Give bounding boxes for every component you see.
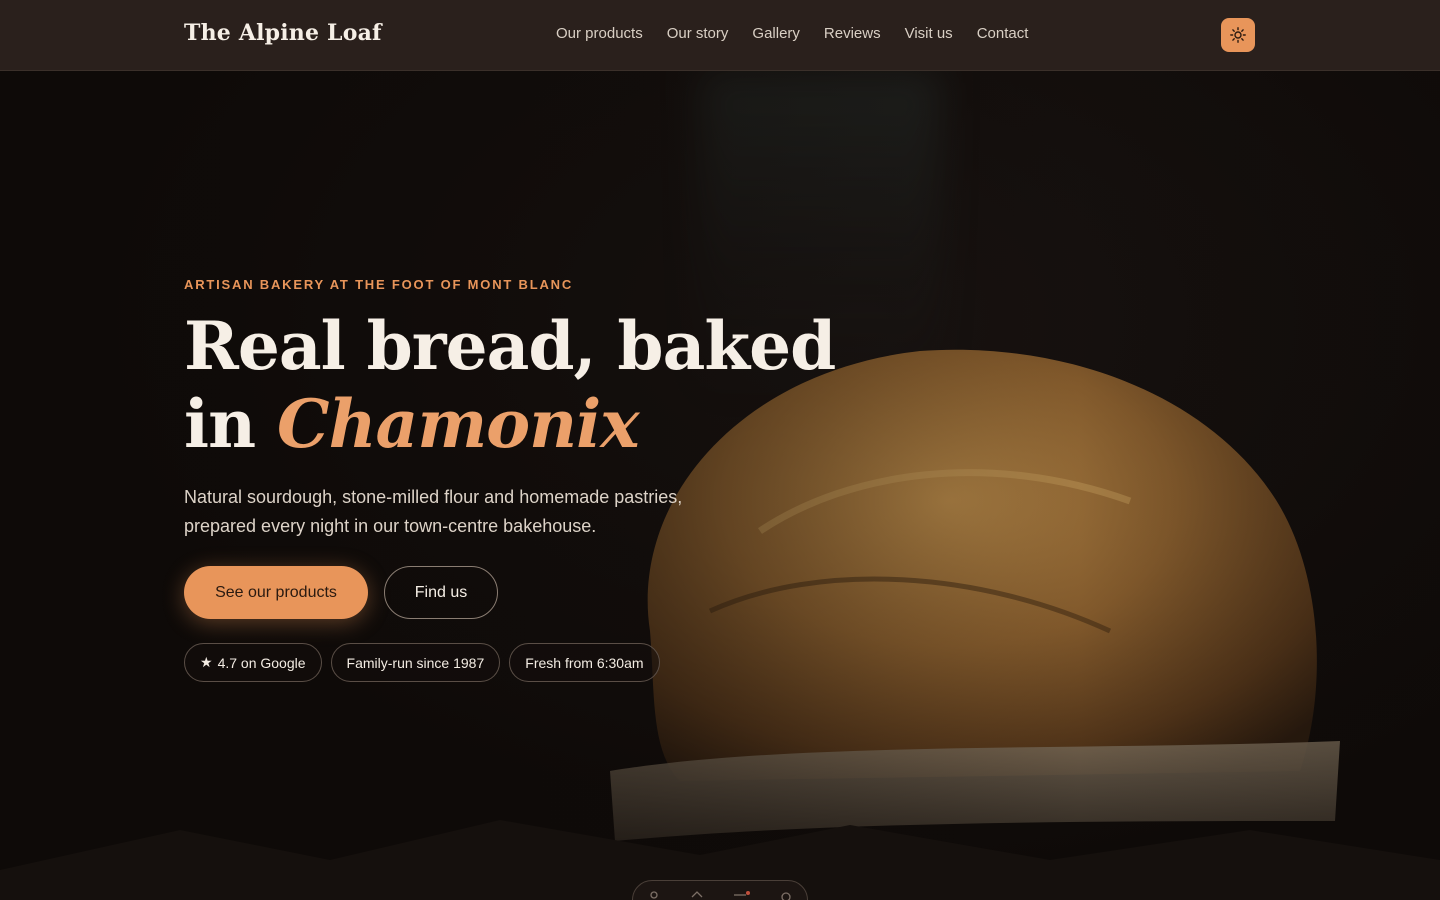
see-products-button[interactable]: See our products bbox=[184, 566, 368, 619]
headline-accent: Chamonix bbox=[277, 385, 640, 463]
theme-toggle-button[interactable] bbox=[1221, 18, 1255, 52]
sun-icon bbox=[1230, 27, 1246, 43]
hero-lede: Natural sourdough, stone-milled flour an… bbox=[184, 487, 683, 536]
headline-line1: Real bread, baked bbox=[184, 307, 836, 385]
headline-in: in bbox=[184, 385, 278, 463]
main-nav: Our products Our story Gallery Reviews V… bbox=[556, 25, 1028, 42]
floating-toolbar[interactable] bbox=[632, 880, 808, 900]
nav-gallery[interactable]: Gallery bbox=[752, 25, 800, 42]
opening-time-badge-label: Fresh from 6:30am bbox=[525, 654, 644, 671]
nav-our-story[interactable]: Our story bbox=[667, 25, 729, 42]
tool-icon[interactable] bbox=[689, 889, 705, 900]
nav-contact[interactable]: Contact bbox=[977, 25, 1029, 42]
rating-badge: ★ 4.7 on Google bbox=[184, 643, 322, 682]
hero-eyebrow: ARTISAN BAKERY AT THE FOOT OF MONT BLANC bbox=[184, 277, 574, 292]
hero-section: ARTISAN BAKERY AT THE FOOT OF MONT BLANC… bbox=[0, 71, 1440, 900]
menu-icon[interactable] bbox=[731, 889, 751, 900]
site-header: The Alpine Loaf Our products Our story G… bbox=[0, 0, 1440, 71]
opening-time-badge: Fresh from 6:30am bbox=[509, 643, 660, 682]
settings-icon[interactable] bbox=[778, 889, 794, 900]
nav-visit-us[interactable]: Visit us bbox=[905, 25, 953, 42]
trust-badges: ★ 4.7 on Google Family-run since 1987 Fr… bbox=[184, 643, 660, 682]
user-icon[interactable] bbox=[646, 889, 662, 900]
rating-badge-label: 4.7 on Google bbox=[217, 654, 306, 671]
family-run-badge: Family-run since 1987 bbox=[330, 643, 501, 682]
brand-logo[interactable]: The Alpine Loaf bbox=[184, 20, 382, 46]
nav-reviews[interactable]: Reviews bbox=[824, 25, 881, 42]
family-run-badge-label: Family-run since 1987 bbox=[346, 654, 485, 671]
hero-headline: Real bread, baked in Chamonix bbox=[184, 307, 904, 463]
nav-our-products[interactable]: Our products bbox=[556, 25, 643, 42]
star-icon: ★ bbox=[200, 654, 213, 670]
find-us-button[interactable]: Find us bbox=[384, 566, 498, 619]
